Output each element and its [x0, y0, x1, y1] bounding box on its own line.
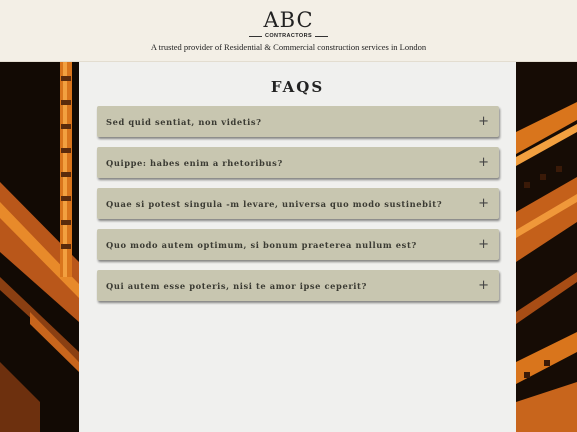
faq-item-5[interactable]: Qui autem esse poteris, nisi te amor ips…	[97, 270, 499, 301]
site-header: ABC CONTRACTORS A trusted provider of Re…	[0, 0, 577, 62]
faq-item-4[interactable]: Quo modo autem optimum, si bonum praeter…	[97, 229, 499, 260]
faq-title: FAQS	[270, 78, 325, 96]
background-steel-structure-left	[0, 62, 79, 432]
plus-icon[interactable]: +	[478, 238, 489, 251]
faq-item-3[interactable]: Quae si potest singula -m levare, univer…	[97, 188, 499, 219]
faq-panel: FAQS Sed quid sentiat, non videtis? + Qu…	[79, 62, 516, 432]
faq-question: Qui autem esse poteris, nisi te amor ips…	[106, 280, 367, 291]
logo-subtitle: CONTRACTORS	[0, 33, 577, 39]
faq-item-1[interactable]: Sed quid sentiat, non videtis? +	[97, 106, 499, 137]
faq-question: Sed quid sentiat, non videtis?	[106, 116, 262, 127]
faq-question: Quae si potest singula -m levare, univer…	[106, 198, 443, 209]
faq-question: Quippe: habes enim a rhetoribus?	[106, 157, 283, 168]
logo-subtitle-text: CONTRACTORS	[264, 33, 313, 39]
header-tagline: A trusted provider of Residential & Comm…	[150, 42, 427, 52]
background-steel-structure-right	[516, 62, 577, 432]
logo-rule-left	[248, 35, 262, 37]
plus-icon[interactable]: +	[478, 279, 489, 292]
logo-title[interactable]: ABC	[0, 9, 577, 31]
faq-question: Quo modo autem optimum, si bonum praeter…	[106, 239, 417, 250]
faq-item-2[interactable]: Quippe: habes enim a rhetoribus? +	[97, 147, 499, 178]
plus-icon[interactable]: +	[478, 115, 489, 128]
plus-icon[interactable]: +	[478, 156, 489, 169]
plus-icon[interactable]: +	[478, 197, 489, 210]
logo-rule-right	[315, 35, 329, 37]
